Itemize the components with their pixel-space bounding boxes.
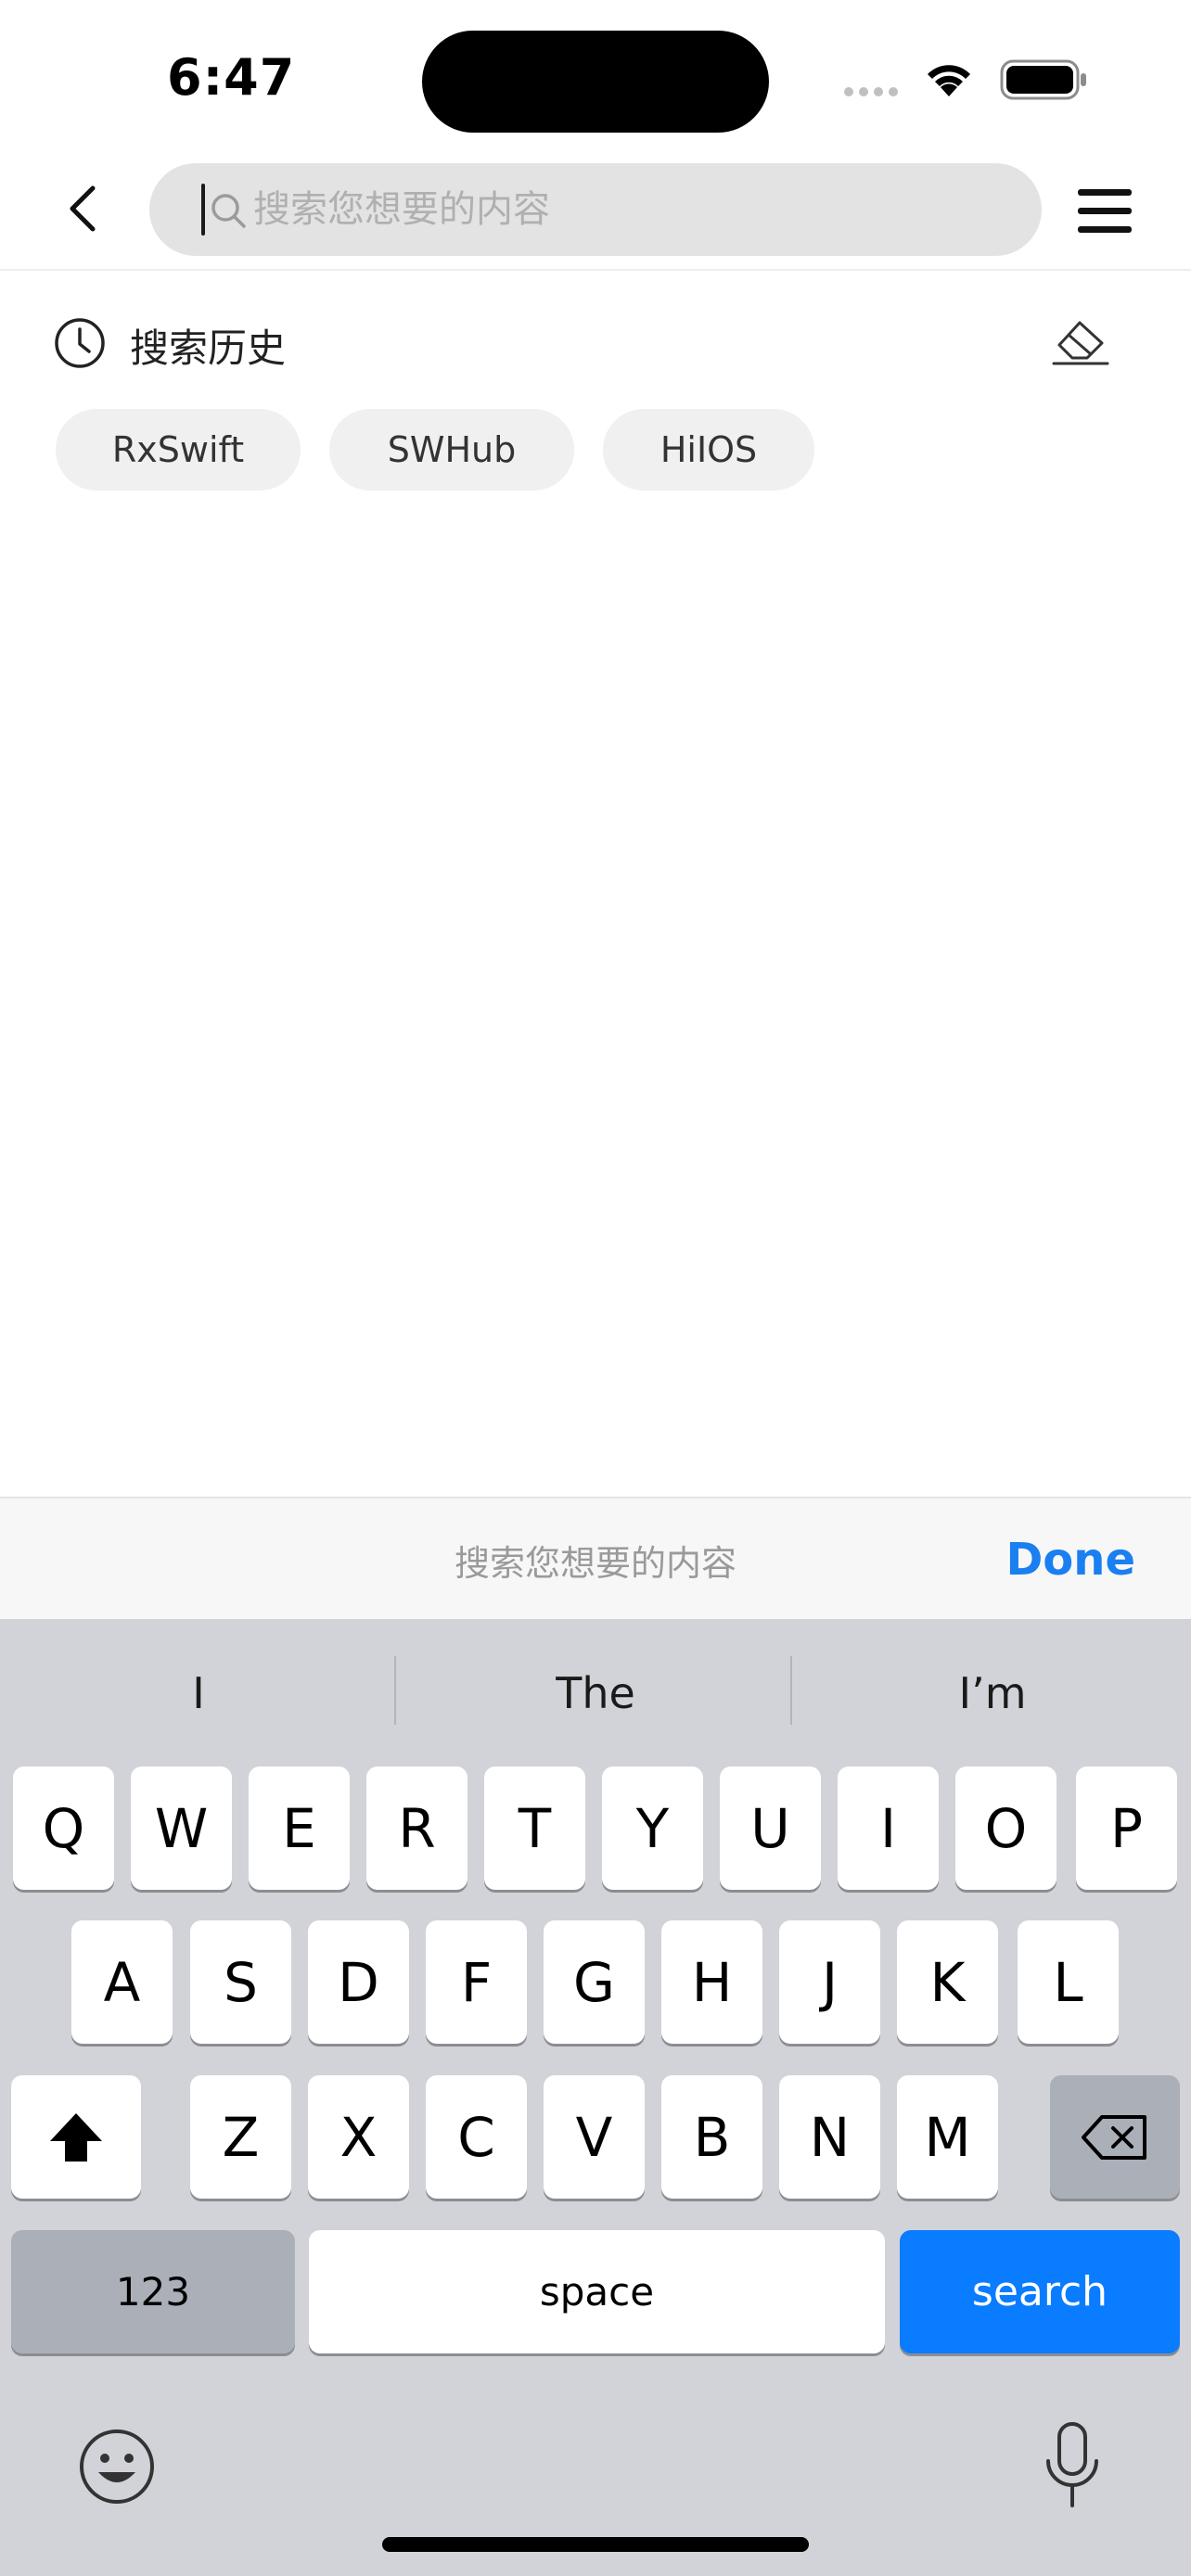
key-x[interactable]: X — [308, 2075, 409, 2199]
back-button[interactable] — [56, 172, 111, 246]
microphone-icon — [1046, 2422, 1098, 2507]
prediction-divider — [394, 1656, 396, 1725]
history-chip[interactable]: SWHub — [329, 409, 574, 491]
key-n[interactable]: N — [779, 2075, 880, 2199]
search-input[interactable] — [253, 163, 1014, 256]
clear-history-button[interactable] — [1048, 312, 1113, 369]
key-a[interactable]: A — [71, 1920, 173, 2044]
search-bar[interactable] — [149, 163, 1042, 256]
dynamic-island — [422, 31, 769, 133]
wifi-icon — [928, 65, 970, 96]
key-u[interactable]: U — [720, 1766, 821, 1890]
key-p[interactable]: P — [1076, 1766, 1177, 1890]
history-chip[interactable]: HiIOS — [603, 409, 814, 491]
search-key[interactable]: search — [900, 2230, 1180, 2353]
key-g[interactable]: G — [544, 1920, 645, 2044]
key-z[interactable]: Z — [190, 2075, 291, 2199]
key-j[interactable]: J — [779, 1920, 880, 2044]
keyboard-accessory-bar: 搜索您想要的内容 Done — [0, 1497, 1191, 1619]
key-l[interactable]: L — [1018, 1920, 1119, 2044]
key-r[interactable]: R — [366, 1766, 467, 1890]
keyboard: I The I’m Q W E R T Y U I O P A S D F G … — [0, 1619, 1191, 2576]
key-f[interactable]: F — [426, 1920, 527, 2044]
menu-button[interactable] — [1074, 182, 1139, 241]
key-t[interactable]: T — [484, 1766, 585, 1890]
battery-icon — [1000, 59, 1086, 100]
clock-icon — [55, 318, 105, 368]
delete-key[interactable] — [1050, 2075, 1180, 2199]
prediction-suggestion[interactable]: I — [4, 1656, 393, 1730]
key-w[interactable]: W — [131, 1766, 232, 1890]
cellular-signal-icon — [874, 87, 883, 96]
emoji-icon — [80, 2429, 154, 2504]
text-cursor — [201, 184, 205, 236]
prediction-divider — [790, 1656, 792, 1725]
home-indicator — [382, 2537, 809, 2552]
key-i[interactable]: I — [838, 1766, 939, 1890]
cellular-signal-icon — [859, 87, 868, 96]
history-title: 搜索历史 — [130, 325, 287, 371]
done-button[interactable]: Done — [1005, 1498, 1135, 1621]
key-b[interactable]: B — [661, 2075, 762, 2199]
chevron-left-icon — [70, 185, 96, 232]
key-c[interactable]: C — [426, 2075, 527, 2199]
backspace-icon — [1082, 2114, 1146, 2160]
magnifier-icon — [211, 194, 246, 228]
shift-arrow-icon — [50, 2112, 102, 2162]
cellular-signal-icon — [889, 87, 898, 96]
key-o[interactable]: O — [955, 1766, 1057, 1890]
key-h[interactable]: H — [661, 1920, 762, 2044]
prediction-suggestion[interactable]: The — [401, 1656, 790, 1730]
shift-key[interactable] — [11, 2075, 141, 2199]
nav-divider — [0, 269, 1191, 271]
key-q[interactable]: Q — [13, 1766, 114, 1890]
eraser-icon — [1052, 321, 1109, 365]
key-k[interactable]: K — [897, 1920, 998, 2044]
key-y[interactable]: Y — [602, 1766, 703, 1890]
key-m[interactable]: M — [897, 2075, 998, 2199]
hamburger-menu-icon — [1078, 189, 1132, 233]
dictation-button[interactable] — [1037, 2418, 1108, 2511]
key-v[interactable]: V — [544, 2075, 645, 2199]
history-chip[interactable]: RxSwift — [56, 409, 301, 491]
status-time: 6:47 — [167, 48, 296, 107]
emoji-button[interactable] — [76, 2426, 158, 2507]
numbers-key[interactable]: 123 — [11, 2230, 295, 2353]
space-key[interactable]: space — [309, 2230, 885, 2353]
key-d[interactable]: D — [308, 1920, 409, 2044]
key-s[interactable]: S — [190, 1920, 291, 2044]
key-e[interactable]: E — [249, 1766, 350, 1890]
cellular-signal-icon — [844, 87, 853, 96]
prediction-suggestion[interactable]: I’m — [798, 1656, 1187, 1730]
